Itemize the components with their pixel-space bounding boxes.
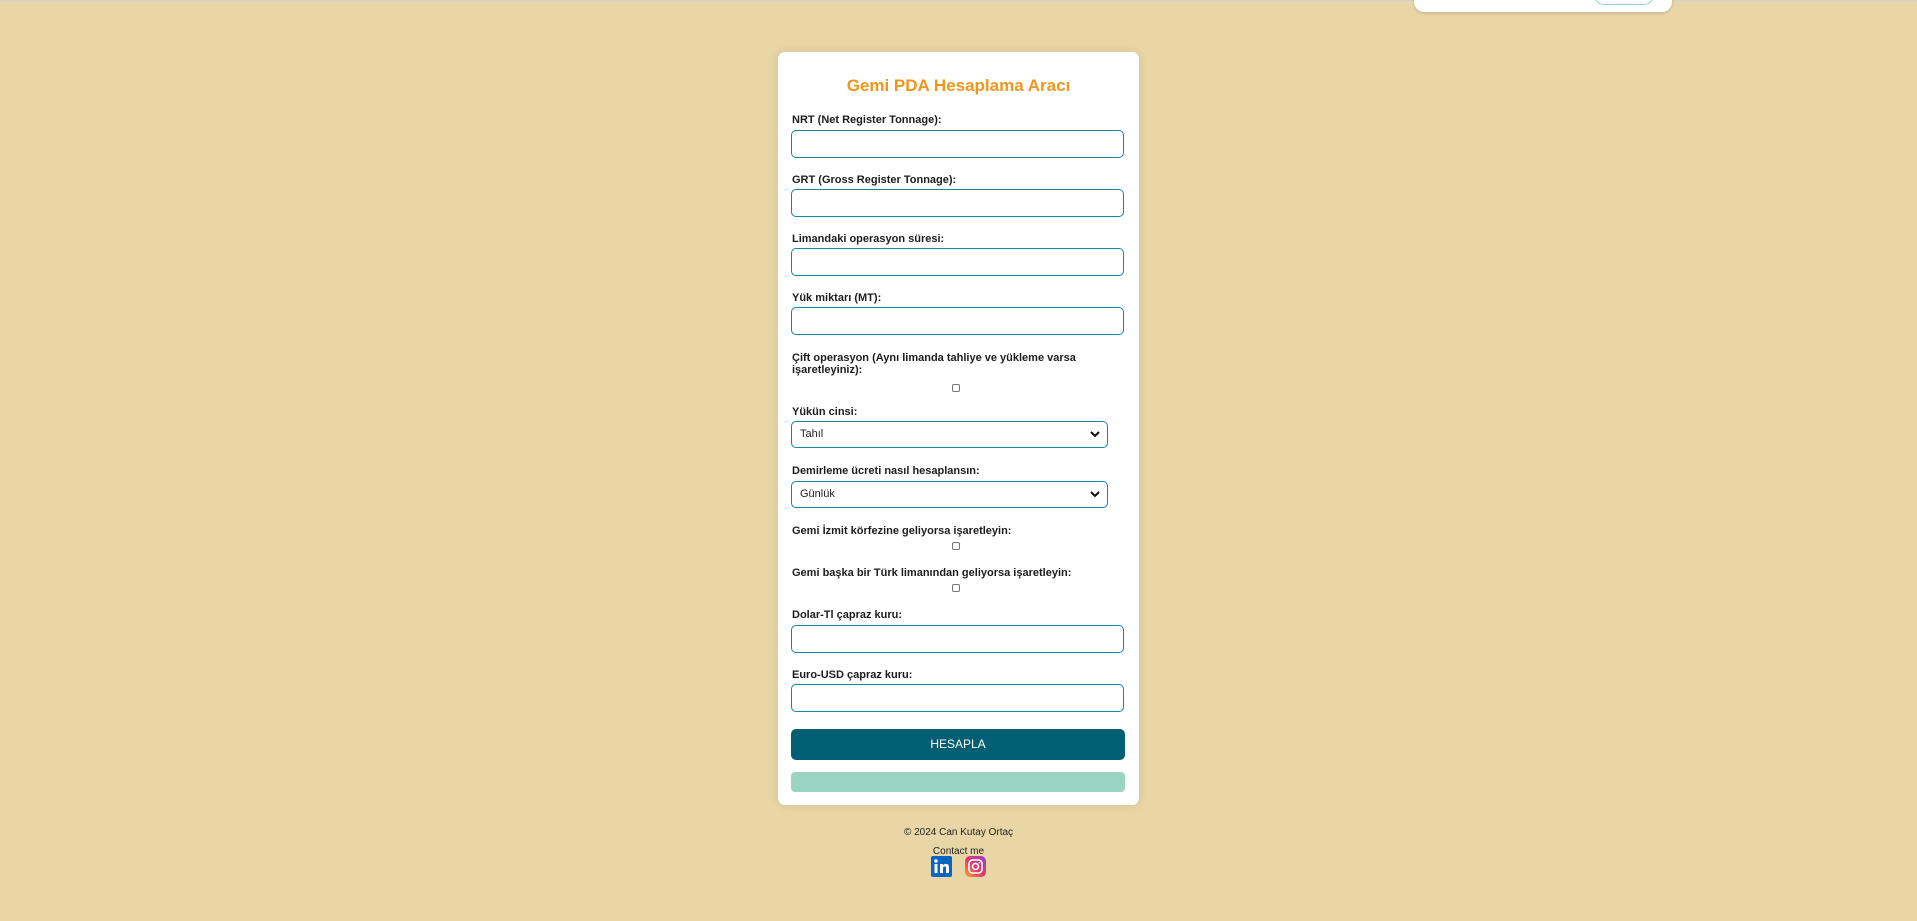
grt-input[interactable] <box>791 189 1124 217</box>
nrt-label: NRT (Net Register Tonnage): <box>792 114 942 126</box>
double-operation-checkbox[interactable] <box>952 384 960 392</box>
eur-usd-label: Euro-USD çapraz kuru: <box>792 669 913 681</box>
izmit-checkbox[interactable] <box>952 542 960 550</box>
cargo-amount-label: Yük miktarı (MT): <box>792 292 882 304</box>
instagram-icon[interactable] <box>965 856 986 877</box>
operation-duration-input[interactable] <box>791 248 1124 276</box>
usd-try-label: Dolar-Tl çapraz kuru: <box>792 609 903 621</box>
copyright-text: © 2024 Can Kutay Ortaç <box>903 827 1014 838</box>
popup-pill[interactable] <box>1594 0 1654 5</box>
usd-try-input[interactable] <box>791 625 1124 653</box>
turkish-port-label: Gemi başka bir Türk limanından geliyorsa… <box>792 567 1072 579</box>
page-title: Gemi PDA Hesaplama Aracı <box>846 76 1071 95</box>
chevron-down-icon <box>1090 431 1100 438</box>
turkish-port-checkbox[interactable] <box>952 584 960 592</box>
operation-duration-label: Limandaki operasyon süresi: <box>792 233 945 245</box>
contact-text: Contact me <box>932 846 985 857</box>
calculator-card: Gemi PDA Hesaplama Aracı NRT (Net Regist… <box>778 52 1139 805</box>
mooring-fee-selected: Günlük <box>800 488 835 500</box>
double-operation-label: Çift operasyon (Aynı limanda tahliye ve … <box>792 352 1076 376</box>
nrt-input[interactable] <box>791 130 1124 158</box>
top-popup-panel <box>1414 0 1672 12</box>
result-box <box>791 772 1125 792</box>
cargo-type-label: Yükün cinsi: <box>792 406 858 418</box>
cargo-type-select[interactable]: Tahıl <box>791 421 1108 448</box>
linkedin-icon[interactable] <box>931 856 952 877</box>
mooring-fee-select[interactable]: Günlük <box>791 481 1108 508</box>
cargo-amount-input[interactable] <box>791 307 1124 335</box>
cargo-type-selected: Tahıl <box>800 428 824 440</box>
izmit-label: Gemi İzmit körfezine geliyorsa işaretley… <box>792 525 1012 537</box>
chevron-down-icon <box>1090 491 1100 498</box>
calculate-button[interactable]: HESAPLA <box>791 729 1125 760</box>
eur-usd-input[interactable] <box>791 684 1124 712</box>
grt-label: GRT (Gross Register Tonnage): <box>792 174 957 186</box>
mooring-fee-label: Demirleme ücreti nasıl hesaplansın: <box>792 465 980 477</box>
